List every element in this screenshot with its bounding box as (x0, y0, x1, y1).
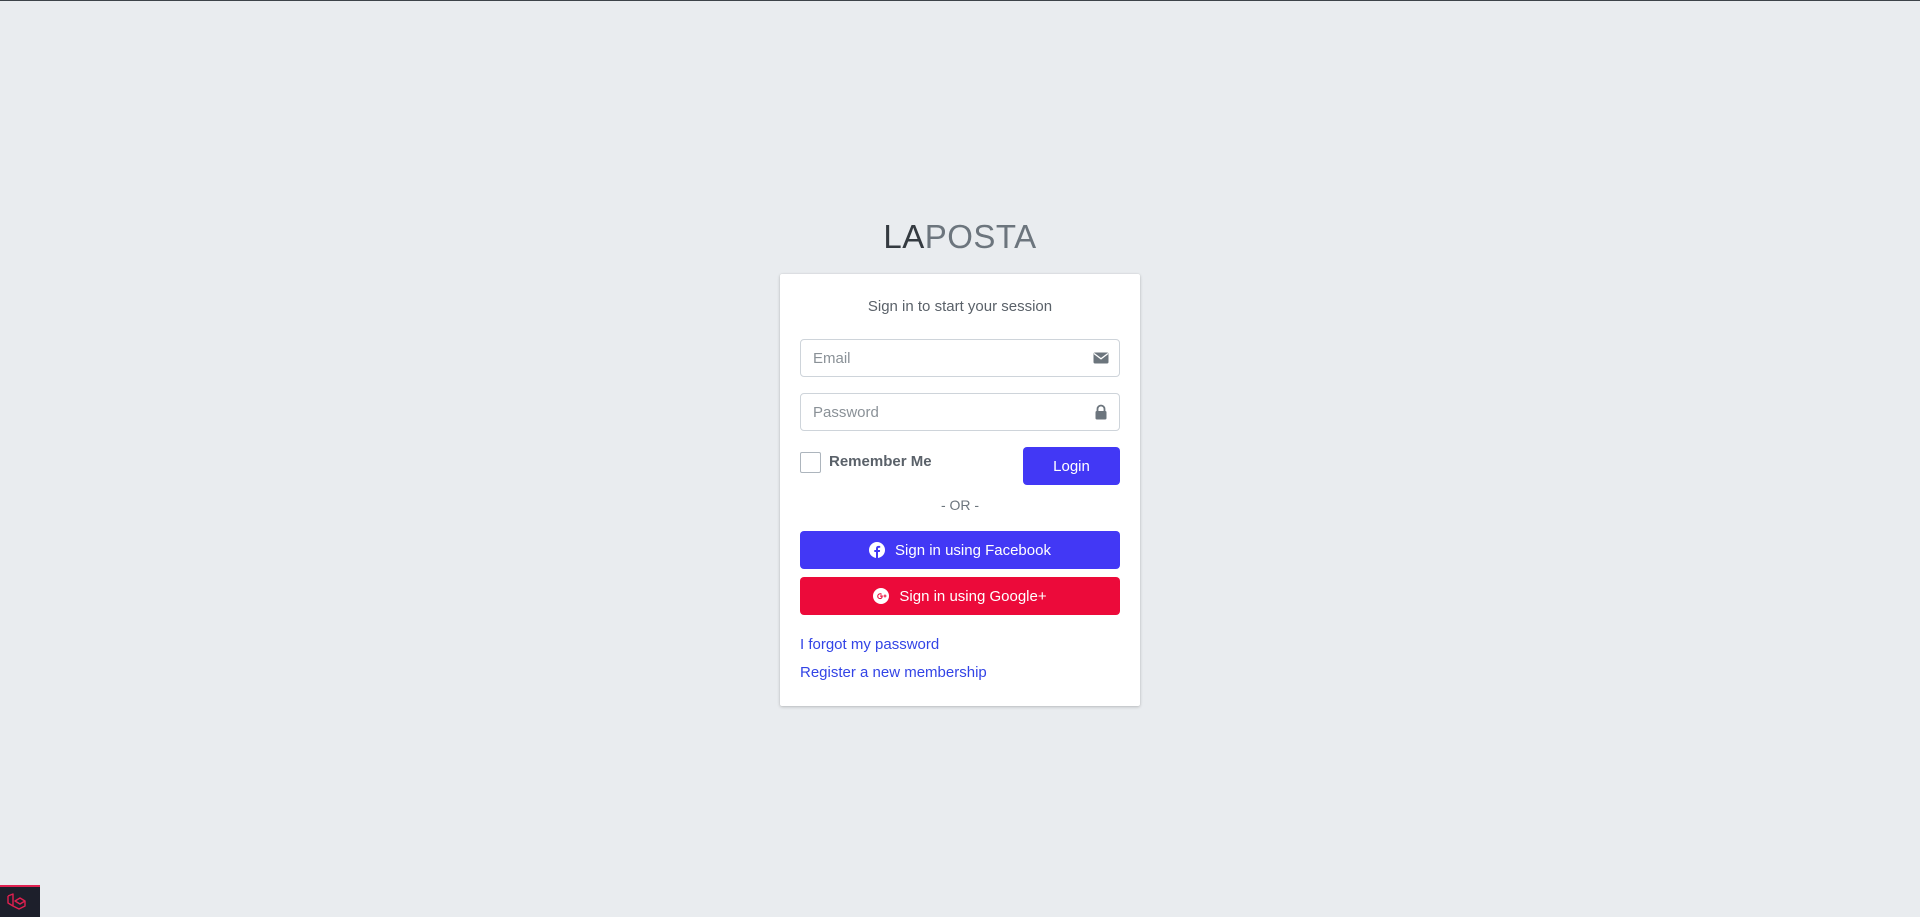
logo-bold-text: LA (883, 218, 925, 255)
facebook-signin-button[interactable]: Sign in using Facebook (800, 531, 1120, 569)
google-signin-button[interactable]: Sign in using Google+ (800, 577, 1120, 615)
logo-light-text: POSTA (924, 218, 1037, 255)
lock-icon (1095, 404, 1107, 420)
email-field-group (800, 339, 1120, 377)
password-field-group (800, 393, 1120, 431)
password-input[interactable] (801, 394, 1095, 430)
envelope-icon (1093, 352, 1109, 364)
remember-checkbox[interactable] (800, 452, 821, 473)
login-card: Sign in to start your session Remember M… (780, 274, 1140, 706)
laravel-icon (7, 893, 26, 910)
debugbar-toggle[interactable] (0, 885, 40, 917)
facebook-icon (869, 542, 886, 558)
facebook-signin-label: Sign in using Facebook (895, 541, 1051, 559)
login-message: Sign in to start your session (867, 298, 1053, 315)
google-plus-icon (873, 588, 890, 604)
google-signin-label: Sign in using Google+ (899, 587, 1047, 605)
email-input[interactable] (801, 340, 1095, 376)
register-link[interactable]: Register a new membership (800, 663, 987, 683)
app-logo[interactable]: LAPOSTA (780, 212, 1140, 262)
forgot-password-link[interactable]: I forgot my password (800, 635, 939, 655)
top-border (0, 0, 1920, 1)
remember-label[interactable]: Remember Me (829, 453, 932, 470)
remember-row: Remember Me Login (800, 447, 1120, 485)
login-box: LAPOSTA Sign in to start your session Re… (780, 212, 1140, 706)
login-button[interactable]: Login (1023, 447, 1120, 485)
or-divider: - OR - (940, 497, 980, 513)
